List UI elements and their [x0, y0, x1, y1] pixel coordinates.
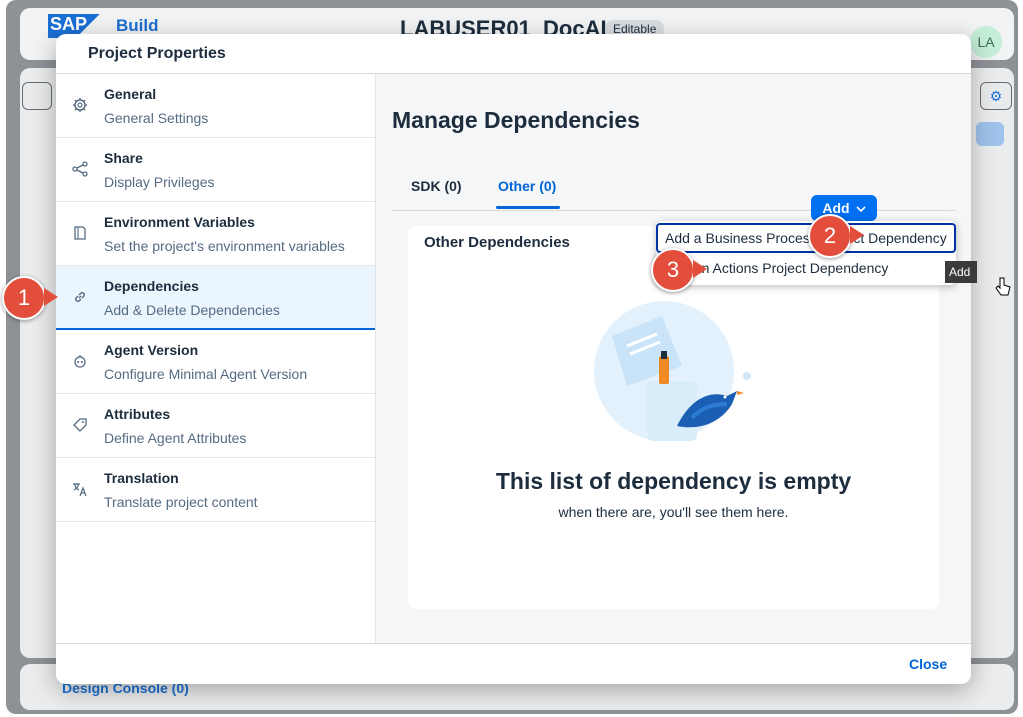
sidebar-item-translation[interactable]: Translation Translate project content — [56, 458, 375, 522]
tab-other[interactable]: Other (0) — [498, 178, 556, 194]
empty-state-illustration — [594, 301, 751, 441]
dialog-header: Project Properties — [56, 34, 971, 74]
hand-cursor-icon — [995, 277, 1011, 302]
sidebar-item-title: General — [104, 86, 157, 102]
avatar[interactable]: LA — [970, 26, 1002, 58]
sidebar-item-general[interactable]: General General Settings — [56, 74, 375, 138]
dialog-footer: Close — [56, 643, 971, 684]
sidebar-item-subtitle: Configure Minimal Agent Version — [104, 366, 308, 382]
callout-arrow — [850, 226, 864, 244]
dialog-title: Project Properties — [88, 45, 226, 62]
sidebar-item-subtitle: Display Privileges — [104, 174, 215, 190]
settings-gear-icon[interactable]: ⚙ — [980, 82, 1012, 110]
panel-title: Other Dependencies — [424, 234, 570, 251]
tooltip: Add — [945, 261, 977, 283]
page-title: Manage Dependencies — [392, 107, 640, 133]
step-callout-2: 2 — [808, 214, 852, 258]
menu-item-add-business-process-dependency[interactable]: Add a Business Process Project Dependenc… — [656, 223, 956, 253]
check-icon — [976, 122, 1004, 146]
chevron-down-icon — [856, 200, 866, 216]
sidebar-item-share[interactable]: Share Display Privileges — [56, 138, 375, 202]
sidebar-item-title: Environment Variables — [104, 214, 255, 230]
translate-icon — [71, 480, 89, 498]
gear-icon — [71, 96, 89, 114]
step-callout-3: 3 — [651, 248, 695, 292]
sidebar-item-subtitle: Add & Delete Dependencies — [104, 302, 280, 318]
properties-sidebar: General General Settings Share Display P… — [56, 74, 376, 643]
sidebar-item-title: Dependencies — [104, 278, 199, 294]
sidebar-item-subtitle: Set the project's environment variables — [104, 238, 345, 254]
product-name: Build — [116, 16, 159, 35]
tag-icon — [71, 416, 89, 434]
callout-arrow — [693, 260, 707, 278]
empty-state-subtitle: when there are, you'll see them here. — [558, 504, 789, 520]
empty-state-title: This list of dependency is empty — [495, 468, 852, 494]
sidebar-item-agent-version[interactable]: Agent Version Configure Minimal Agent Ve… — [56, 330, 375, 394]
sidebar-item-title: Share — [104, 150, 143, 166]
robot-icon — [71, 352, 89, 370]
sidebar-item-attributes[interactable]: Attributes Define Agent Attributes — [56, 394, 375, 458]
tab-sdk[interactable]: SDK (0) — [411, 178, 462, 194]
project-properties-dialog: Project Properties General General Setti… — [56, 34, 971, 684]
document-icon — [71, 224, 89, 242]
step-callout-1: 1 — [2, 276, 46, 320]
sidebar-item-environment-variables[interactable]: Environment Variables Set the project's … — [56, 202, 375, 266]
sidebar-item-title: Agent Version — [104, 342, 199, 358]
active-tab-indicator — [496, 206, 560, 209]
share-icon — [71, 160, 89, 178]
sidebar-item-title: Attributes — [104, 406, 171, 422]
close-button[interactable]: Close — [909, 656, 947, 672]
dependencies-content: Manage Dependencies SDK (0) Other (0) Ot… — [376, 74, 971, 643]
link-icon — [71, 288, 89, 306]
search-icon[interactable] — [22, 82, 52, 110]
sidebar-item-subtitle: Define Agent Attributes — [104, 430, 247, 446]
callout-arrow — [44, 288, 58, 306]
sidebar-item-dependencies[interactable]: Dependencies Add & Delete Dependencies — [56, 266, 375, 330]
sidebar-item-subtitle: General Settings — [104, 110, 209, 126]
sidebar-item-subtitle: Translate project content — [104, 494, 258, 510]
sidebar-item-title: Translation — [104, 470, 179, 486]
